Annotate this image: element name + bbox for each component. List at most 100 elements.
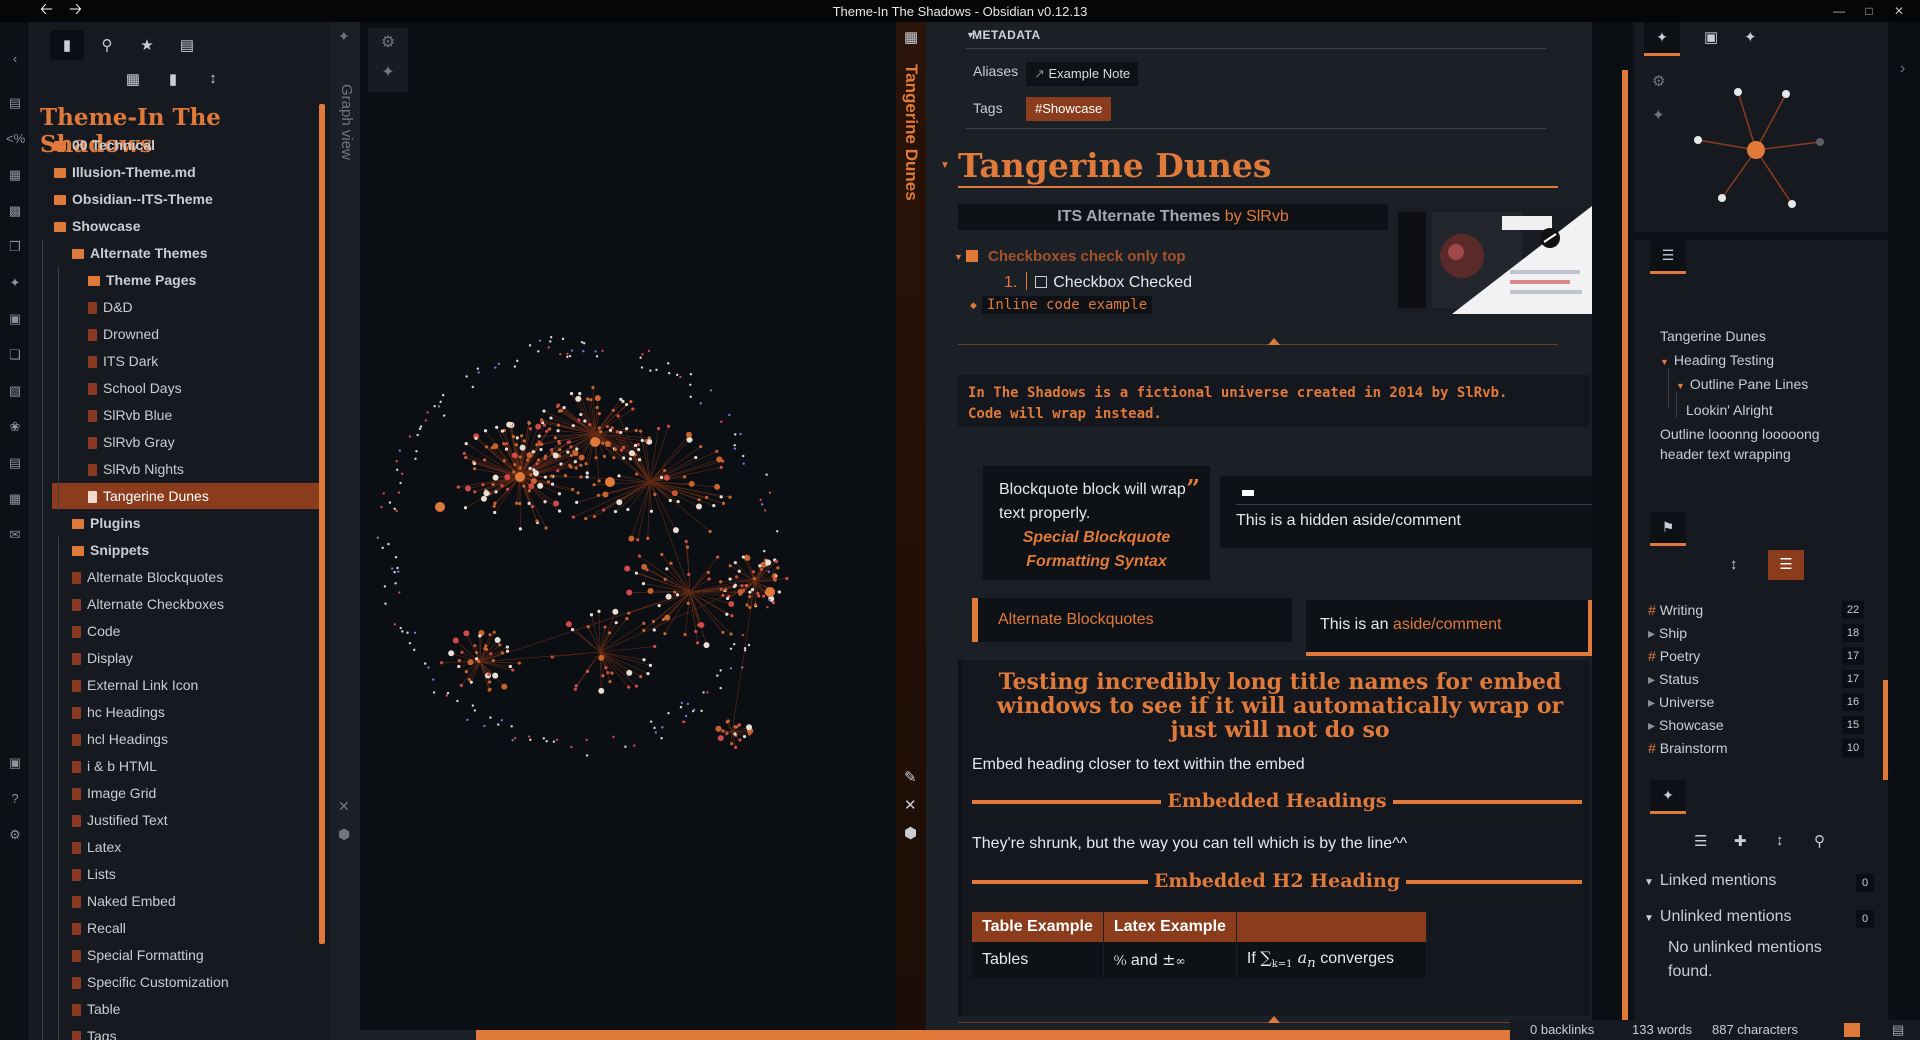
outline-collapse-icon[interactable]: ▼ <box>1676 381 1685 391</box>
outline-item[interactable]: Outline looonng looooong <box>1660 426 1820 442</box>
file-item[interactable]: SlRvb Blue <box>30 402 324 428</box>
file-item[interactable]: Tags <box>30 1023 324 1040</box>
percent-code-icon[interactable]: <% <box>6 130 25 148</box>
sort-icon[interactable]: ↕ <box>202 70 224 92</box>
folder-item[interactable]: Obsidian--ITS-Theme <box>30 186 324 212</box>
file-item[interactable]: Code <box>30 618 324 644</box>
tag-hierarchy-icon[interactable]: ☰ <box>1768 550 1804 580</box>
backlinks-sort-icon[interactable]: ↕ <box>1776 832 1784 849</box>
help-icon[interactable]: ? <box>6 790 24 808</box>
folder-item[interactable]: Theme Pages <box>30 267 324 293</box>
file-item[interactable]: Alternate Checkboxes <box>30 591 324 617</box>
tag-showcase[interactable]: #Showcase <box>1026 97 1112 121</box>
folder-item[interactable]: Alternate Themes <box>30 240 324 266</box>
file-item[interactable]: hcl Headings <box>30 726 324 752</box>
graph-settings-icon[interactable]: ⚙ <box>368 28 408 58</box>
graph-magic-icon[interactable]: ✦ <box>368 58 408 88</box>
close-note-icon[interactable]: ✕ <box>904 796 917 814</box>
table-icon[interactable]: ▦ <box>6 166 24 184</box>
puzzle-icon[interactable]: ❀ <box>6 418 24 436</box>
show-more-context-icon[interactable]: ✚ <box>1734 832 1747 850</box>
aside-link[interactable]: aside/comment <box>1393 616 1502 633</box>
outline-collapse-icon[interactable]: ▼ <box>1660 357 1669 367</box>
tag-row[interactable]: ▸ Ship 18 <box>1648 621 1864 645</box>
checkbox[interactable] <box>1035 276 1048 288</box>
unlinked-mentions[interactable]: ▼ Unlinked mentions 0 <box>1644 908 1874 928</box>
note-tab-strip[interactable]: ▦ Tangerine Dunes ✎ ✕ ⬢ <box>896 22 926 1030</box>
file-item[interactable]: Alternate Blockquotes <box>30 564 324 590</box>
file-item[interactable]: SlRvb Gray <box>30 429 324 455</box>
tag-row[interactable]: ▸ Universe 16 <box>1648 690 1864 714</box>
file-item[interactable]: Display <box>30 645 324 671</box>
note-icon[interactable]: ▩ <box>6 202 24 220</box>
note-settings-icon[interactable]: ⬢ <box>904 824 917 842</box>
outline-item[interactable]: Tangerine Dunes <box>1660 328 1766 344</box>
files-icon[interactable]: ❏ <box>6 346 24 364</box>
file-item[interactable]: Drowned <box>30 321 324 347</box>
file-item[interactable]: Latex <box>30 834 324 860</box>
file-item[interactable]: D&D <box>30 294 324 320</box>
layout-icon[interactable]: ▦ <box>6 490 24 508</box>
file-item[interactable]: Special Formatting <box>30 942 324 968</box>
inbox-icon[interactable]: ▤ <box>6 94 24 112</box>
file-item[interactable]: Tangerine Dunes <box>52 483 324 509</box>
file-item[interactable]: ITS Dark <box>30 348 324 374</box>
outline-item[interactable]: header text wrapping <box>1660 446 1791 462</box>
tag-row[interactable]: ▸ Showcase 15 <box>1648 713 1864 737</box>
heading-collapse-icon[interactable]: ▼ <box>940 160 950 171</box>
tag-row[interactable]: # Writing 22 <box>1648 598 1864 622</box>
horizontal-scrollbar[interactable] <box>476 1030 1510 1040</box>
outline-item[interactable]: ▼ Heading Testing <box>1660 352 1774 368</box>
edit-pencil-icon[interactable]: ✎ <box>904 768 917 786</box>
vault-icon[interactable]: ▣ <box>6 754 24 772</box>
file-item[interactable]: i & b HTML <box>30 753 324 779</box>
file-item[interactable]: hc Headings <box>30 699 324 725</box>
folder-item[interactable]: Illusion-Theme.md <box>30 159 324 185</box>
folder-item[interactable]: 00 Technical <box>30 132 324 158</box>
note-scrollbar[interactable] <box>1622 70 1628 1025</box>
alias-link[interactable]: ↗ Example Note <box>1026 62 1139 86</box>
search-icon[interactable]: ⚲ <box>90 30 124 60</box>
copy-icon[interactable]: ❐ <box>6 238 24 256</box>
minimize-icon[interactable]: — <box>1824 0 1854 22</box>
note-view[interactable]: ▼ METADATA Aliases ↗ Example Note Tags #… <box>926 22 1592 1030</box>
graph-canvas[interactable] <box>360 22 896 1030</box>
tags-scrollbar[interactable] <box>1883 680 1888 780</box>
backlinks-search-icon[interactable]: ⚲ <box>1814 832 1825 850</box>
list-collapse-icon[interactable]: ▼ <box>954 252 963 262</box>
new-note-icon[interactable]: ▦ <box>122 70 144 92</box>
maximize-icon[interactable]: □ <box>1854 0 1884 22</box>
linked-mentions[interactable]: ▼ Linked mentions 0 <box>1644 872 1874 892</box>
tag-row[interactable]: ▸ Status 17 <box>1648 667 1864 691</box>
folder-item[interactable]: Plugins <box>30 510 324 536</box>
outline-item[interactable]: ▼ Outline Pane Lines <box>1676 376 1808 392</box>
file-item[interactable]: Justified Text <box>30 807 324 833</box>
file-item[interactable]: School Days <box>30 375 324 401</box>
left-scrollbar[interactable] <box>319 104 325 944</box>
collapse-right-icon[interactable]: › <box>1900 60 1905 78</box>
backlinks-tab-icon[interactable]: ✦ <box>1650 780 1686 814</box>
outline-item[interactable]: Lookin' Alright <box>1686 402 1773 418</box>
folder-item[interactable]: Snippets <box>30 537 324 563</box>
close-window-icon[interactable]: ✕ <box>1884 0 1914 22</box>
tag-row[interactable]: # Brainstorm 10 <box>1648 736 1864 760</box>
local-graph[interactable] <box>1634 22 1888 232</box>
status-layout-icon[interactable]: ▤ <box>1892 1020 1904 1040</box>
graph-icon[interactable]: ✦ <box>6 274 24 292</box>
tag-tab-icon[interactable]: ⚑ <box>1650 512 1686 546</box>
file-item[interactable]: Lists <box>30 861 324 887</box>
tag-row[interactable]: # Poetry 17 <box>1648 644 1864 668</box>
checkbox-top-checked[interactable] <box>966 250 978 262</box>
calendar-icon[interactable]: ▣ <box>6 310 24 328</box>
outline-tab-icon[interactable]: ☰ <box>1650 240 1686 274</box>
pane-settings-icon[interactable]: ⬢ <box>338 826 350 843</box>
file-item[interactable]: SlRvb Nights <box>30 456 324 482</box>
status-pause-icon[interactable] <box>1844 1023 1860 1037</box>
files-tab-icon[interactable]: ▮ <box>50 30 84 60</box>
collapse-results-icon[interactable]: ☰ <box>1694 832 1707 850</box>
graph-tab-strip[interactable]: ✦ Graph view ✕ ⬢ <box>330 22 360 1040</box>
file-item[interactable]: Table <box>30 996 324 1022</box>
file-item[interactable]: Image Grid <box>30 780 324 806</box>
mail-icon[interactable]: ✉ <box>6 526 24 544</box>
file-item[interactable]: Naked Embed <box>30 888 324 914</box>
